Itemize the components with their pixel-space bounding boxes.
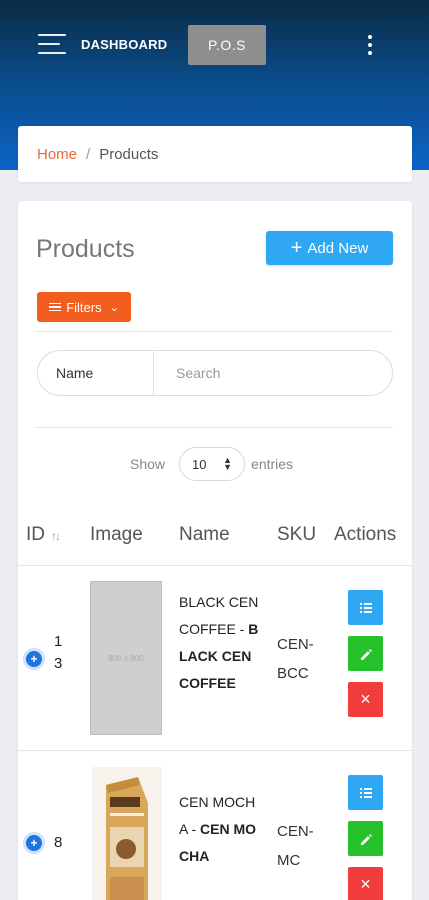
divider xyxy=(36,331,393,332)
breadcrumb-separator: / xyxy=(86,145,91,163)
delete-button[interactable]: × xyxy=(348,682,383,717)
col-sku[interactable]: SKU xyxy=(277,524,316,546)
table-header: ID ↑↓ Image Name SKU Actions xyxy=(18,519,412,565)
entries-label: entries xyxy=(251,456,294,472)
close-icon: × xyxy=(360,689,371,709)
list-icon xyxy=(359,602,372,613)
dashboard-link[interactable]: DASHBOARD xyxy=(81,37,167,52)
chevron-down-icon: ⌄ xyxy=(109,301,119,314)
close-icon: × xyxy=(360,874,371,894)
table-row: + 13 800 x 800 BLACK CEN COFFEE - BLACK … xyxy=(18,566,412,750)
product-name: BLACK CEN COFFEE - BLACK CEN COFFEE xyxy=(179,594,259,691)
menu-icon[interactable] xyxy=(38,34,66,56)
col-id[interactable]: ID ↑↓ xyxy=(26,524,61,546)
entries-value: 10 xyxy=(192,456,207,472)
sort-icon[interactable]: ↑↓ xyxy=(51,529,61,543)
table-row: + 8 CEN MOCHA - CEN MOCHA CEN-MC × xyxy=(18,751,412,900)
products-card: Products + Add New Filters ⌄ Name Show 1… xyxy=(18,201,412,900)
select-arrows-icon: ▲ ▼ xyxy=(223,455,233,472)
product-image: 800 x 800 xyxy=(90,581,162,735)
col-actions: Actions xyxy=(334,524,397,545)
breadcrumb-current: Products xyxy=(99,145,159,163)
search-bar: Name xyxy=(37,350,393,396)
breadcrumb-home[interactable]: Home xyxy=(37,146,77,163)
page-title: Products xyxy=(36,235,135,263)
filters-label: Filters xyxy=(66,299,102,315)
edit-button[interactable] xyxy=(348,636,383,671)
col-image: Image xyxy=(90,524,143,545)
breadcrumb: Home / Products xyxy=(18,126,412,182)
product-name: CEN MOCHA - CEN MOCHA xyxy=(179,794,257,864)
list-icon xyxy=(359,787,372,798)
edit-button[interactable] xyxy=(348,821,383,856)
expand-row-icon[interactable]: + xyxy=(23,832,45,854)
search-field-label: Name xyxy=(38,351,154,395)
add-new-label: Add New xyxy=(307,239,369,257)
entries-select[interactable]: 10 ▲ ▼ xyxy=(179,447,246,481)
placeholder-text: 800 x 800 xyxy=(108,653,144,663)
entries-control: Show 10 ▲ ▼ entries xyxy=(130,447,293,481)
delete-button[interactable]: × xyxy=(348,867,383,900)
product-sku: CEN-BCC xyxy=(277,636,314,682)
list-icon xyxy=(49,301,62,314)
product-image xyxy=(92,767,162,900)
row-id: 8 xyxy=(54,834,63,851)
show-label: Show xyxy=(130,456,166,472)
more-options-icon[interactable] xyxy=(366,35,374,55)
plus-icon: + xyxy=(290,237,303,259)
col-name[interactable]: Name xyxy=(179,524,230,546)
product-sku: CEN-MC xyxy=(277,823,314,869)
add-new-button[interactable]: + Add New xyxy=(266,231,393,265)
row-id: 13 xyxy=(54,633,63,672)
edit-icon xyxy=(360,648,372,660)
filters-button[interactable]: Filters ⌄ xyxy=(37,292,131,322)
view-button[interactable] xyxy=(348,775,383,810)
search-input[interactable] xyxy=(154,351,392,395)
divider xyxy=(36,427,393,428)
view-button[interactable] xyxy=(348,590,383,625)
pos-button[interactable]: P.O.S xyxy=(188,25,266,65)
expand-row-icon[interactable]: + xyxy=(23,648,45,670)
edit-icon xyxy=(360,833,372,845)
